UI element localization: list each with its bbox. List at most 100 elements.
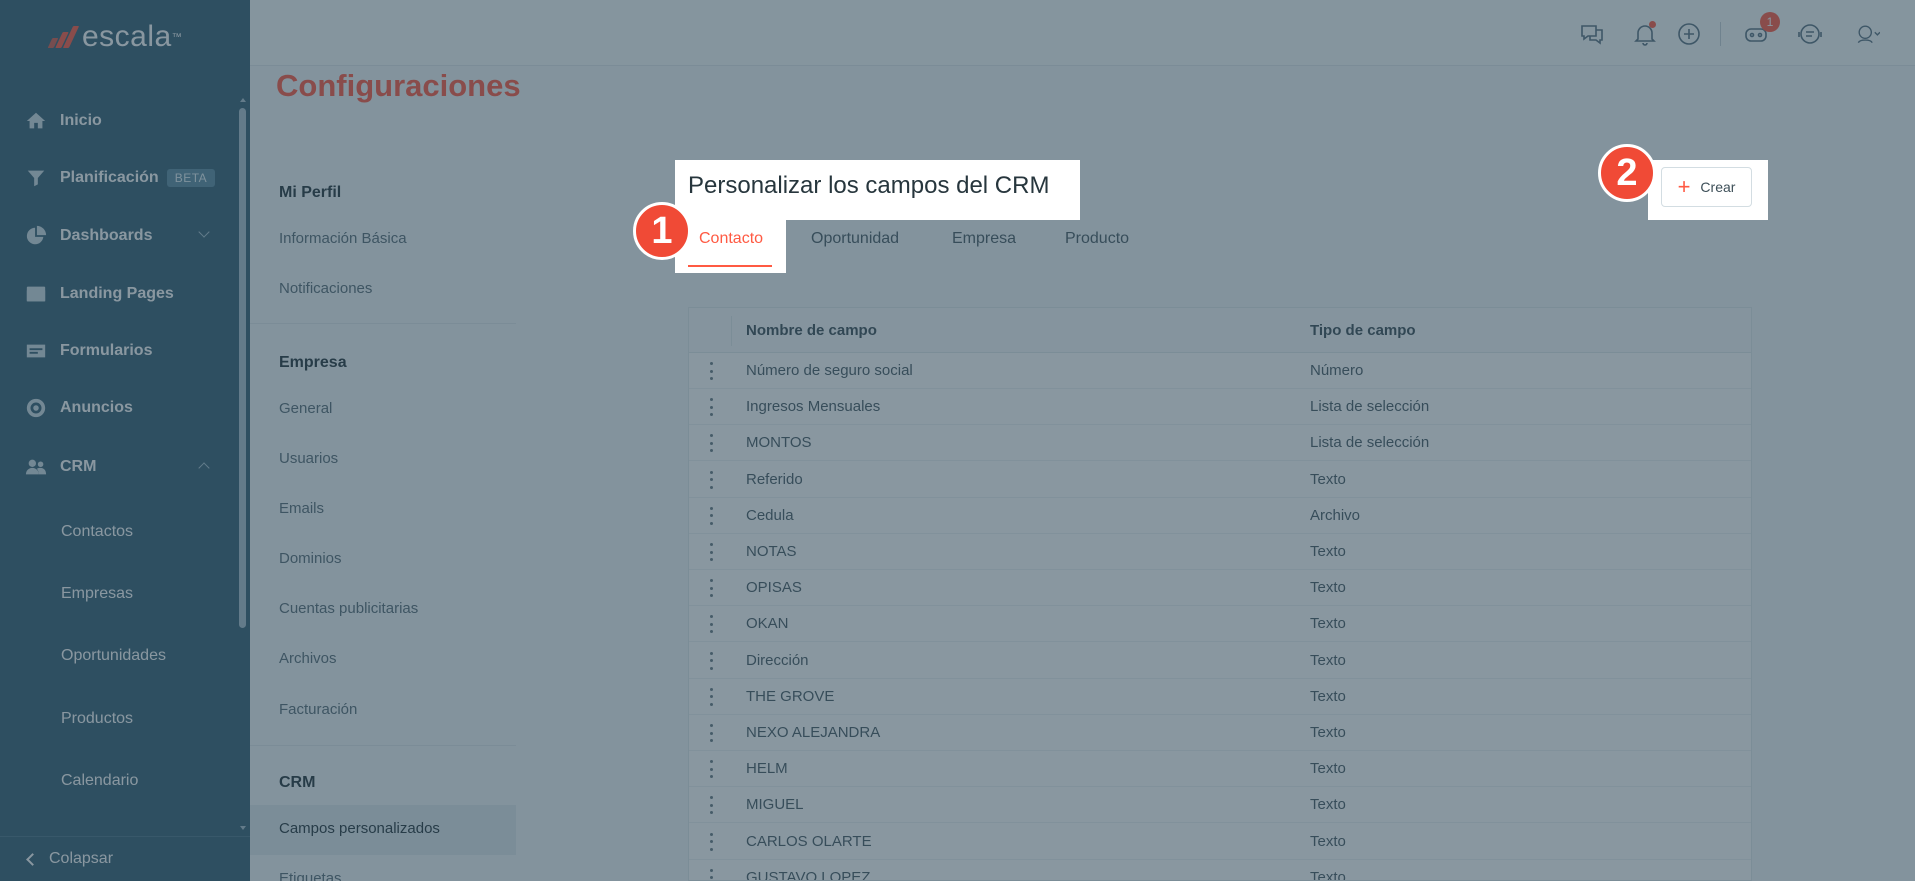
user-avatar[interactable]	[1850, 20, 1884, 48]
table-row[interactable]: Número de seguro social Número	[689, 353, 1751, 389]
step-marker-2: 2	[1598, 144, 1656, 202]
kebab-menu-icon[interactable]	[710, 832, 713, 851]
table-row[interactable]: CARLOS OLARTE Texto	[689, 824, 1751, 860]
sidebar-item-dashboards[interactable]: Dashboards	[0, 214, 230, 258]
field-name-cell: GUSTAVO LOPEZ	[746, 868, 871, 881]
sidebar-subitem-productos[interactable]: Productos	[61, 710, 133, 728]
kebab-menu-icon[interactable]	[710, 434, 713, 453]
menu-item-dominios[interactable]: Dominios	[279, 550, 342, 567]
notification-dot	[1649, 21, 1656, 28]
sidebar-scrollbar[interactable]	[239, 108, 246, 628]
table-row[interactable]: HELM Texto	[689, 751, 1751, 788]
field-name-cell: OPISAS	[746, 579, 802, 597]
table-row[interactable]: MONTOS Lista de selección	[689, 425, 1751, 462]
menu-item-general[interactable]: General	[279, 400, 332, 417]
table-row[interactable]: OPISAS Texto	[689, 570, 1751, 607]
logo-trademark: ™	[171, 31, 182, 43]
menu-item-etiquetas[interactable]: Etiquetas	[279, 870, 342, 881]
menu-group-crm: CRM	[279, 774, 316, 791]
chat-bubbles-icon[interactable]	[1578, 20, 1606, 48]
create-field-button-highlighted[interactable]: + Crear	[1661, 167, 1752, 207]
support-chat-icon[interactable]	[1796, 20, 1824, 48]
browser-icon	[24, 282, 48, 306]
tab-producto[interactable]: Producto	[1065, 230, 1129, 248]
robot-icon[interactable]: 1	[1742, 12, 1780, 48]
kebab-menu-icon[interactable]	[710, 687, 713, 706]
field-name-cell: Referido	[746, 470, 803, 488]
menu-item-cuentas-publicitarias[interactable]: Cuentas publicitarias	[279, 600, 418, 617]
tab-contacto-highlighted[interactable]: Contacto	[699, 230, 763, 248]
field-name-cell: HELM	[746, 760, 788, 778]
field-type-cell: Lista de selección	[1310, 398, 1430, 416]
menu-item-emails[interactable]: Emails	[279, 500, 324, 517]
kebab-menu-icon[interactable]	[710, 796, 713, 815]
table-row[interactable]: OKAN Texto	[689, 606, 1751, 643]
field-type-cell: Texto	[1310, 687, 1346, 705]
field-type-cell: Número	[1310, 362, 1364, 379]
logo-mark-icon	[47, 26, 80, 48]
bell-icon[interactable]	[1631, 20, 1659, 48]
menu-divider	[250, 323, 516, 324]
table-row[interactable]: Referido Texto	[689, 462, 1751, 498]
sidebar-subitem-contactos[interactable]: Contactos	[61, 523, 133, 541]
menu-item-archivos[interactable]: Archivos	[279, 650, 337, 667]
sidebar-item-formularios[interactable]: Formularios	[0, 329, 230, 373]
kebab-menu-icon[interactable]	[710, 470, 713, 489]
add-circle-icon[interactable]	[1675, 20, 1703, 48]
menu-group-empresa: Empresa	[279, 354, 347, 371]
table-row[interactable]: NEXO ALEJANDRA Texto	[689, 715, 1751, 751]
field-type-cell: Texto	[1310, 760, 1346, 778]
table-row[interactable]: NOTAS Texto	[689, 534, 1751, 570]
table-row[interactable]: GUSTAVO LOPEZ Texto	[689, 860, 1751, 881]
menu-item-informacion-basica[interactable]: Información Básica	[279, 230, 407, 247]
sidebar-item-label: Anuncios	[60, 399, 133, 416]
kebab-menu-icon[interactable]	[710, 615, 713, 634]
plus-icon: +	[1677, 174, 1691, 199]
sidebar-item-anuncios[interactable]: Anuncios	[0, 386, 230, 430]
kebab-menu-icon[interactable]	[710, 506, 713, 525]
sidebar-subitem-empresas[interactable]: Empresas	[61, 585, 133, 603]
scroll-down-arrow[interactable]	[240, 826, 246, 830]
scroll-up-arrow[interactable]	[240, 98, 246, 102]
kebab-menu-icon[interactable]	[710, 724, 713, 742]
kebab-menu-icon[interactable]	[710, 579, 713, 598]
field-type-cell: Texto	[1310, 832, 1346, 850]
sidebar-subitem-calendario[interactable]: Calendario	[61, 772, 138, 790]
sidebar-item-landing-pages[interactable]: Landing Pages	[0, 272, 230, 316]
table-row[interactable]: Ingresos Mensuales Lista de selección	[689, 389, 1751, 426]
kebab-menu-icon[interactable]	[710, 543, 713, 561]
field-type-cell: Texto	[1310, 796, 1346, 814]
sidebar-item-label: Dashboards	[60, 227, 153, 244]
highlight-create-button: + Crear	[1648, 160, 1768, 220]
tab-oportunidad[interactable]: Oportunidad	[811, 230, 899, 248]
kebab-menu-icon[interactable]	[710, 868, 713, 880]
sidebar-item-inicio[interactable]: Inicio	[0, 99, 230, 143]
kebab-menu-icon[interactable]	[710, 362, 713, 380]
kebab-menu-icon[interactable]	[710, 651, 713, 670]
collapse-sidebar-button[interactable]: Colapsar	[0, 836, 250, 881]
kebab-menu-icon[interactable]	[710, 760, 713, 779]
table-row[interactable]: MIGUEL Texto	[689, 787, 1751, 824]
logo-text: escala	[82, 20, 172, 53]
field-name-cell: Cedula	[746, 506, 794, 524]
tab-empresa[interactable]: Empresa	[952, 230, 1016, 248]
sidebar-item-planificacion[interactable]: Planificación BETA	[0, 156, 230, 200]
kebab-menu-icon[interactable]	[710, 398, 713, 417]
escala-logo[interactable]: escala ™	[47, 20, 182, 54]
field-type-cell: Lista de selección	[1310, 434, 1430, 452]
sidebar-item-crm[interactable]: CRM	[0, 445, 230, 489]
menu-item-campos-personalizados[interactable]: Campos personalizados	[250, 805, 516, 855]
menu-item-usuarios[interactable]: Usuarios	[279, 450, 338, 467]
table-row[interactable]: THE GROVE Texto	[689, 679, 1751, 715]
sidebar-subitem-oportunidades[interactable]: Oportunidades	[61, 647, 166, 665]
menu-item-notificaciones[interactable]: Notificaciones	[279, 280, 372, 297]
field-name-cell: CARLOS OLARTE	[746, 832, 872, 850]
table-row[interactable]: Dirección Texto	[689, 643, 1751, 679]
chevron-up-icon	[198, 462, 210, 474]
topbar-divider	[1720, 22, 1721, 46]
card-title-highlighted: Personalizar los campos del CRM	[688, 172, 1050, 199]
menu-item-facturacion[interactable]: Facturación	[279, 701, 357, 718]
table-row[interactable]: Cedula Archivo	[689, 498, 1751, 534]
column-header-nombre[interactable]: Nombre de campo	[746, 322, 877, 339]
column-header-tipo[interactable]: Tipo de campo	[1310, 322, 1416, 339]
